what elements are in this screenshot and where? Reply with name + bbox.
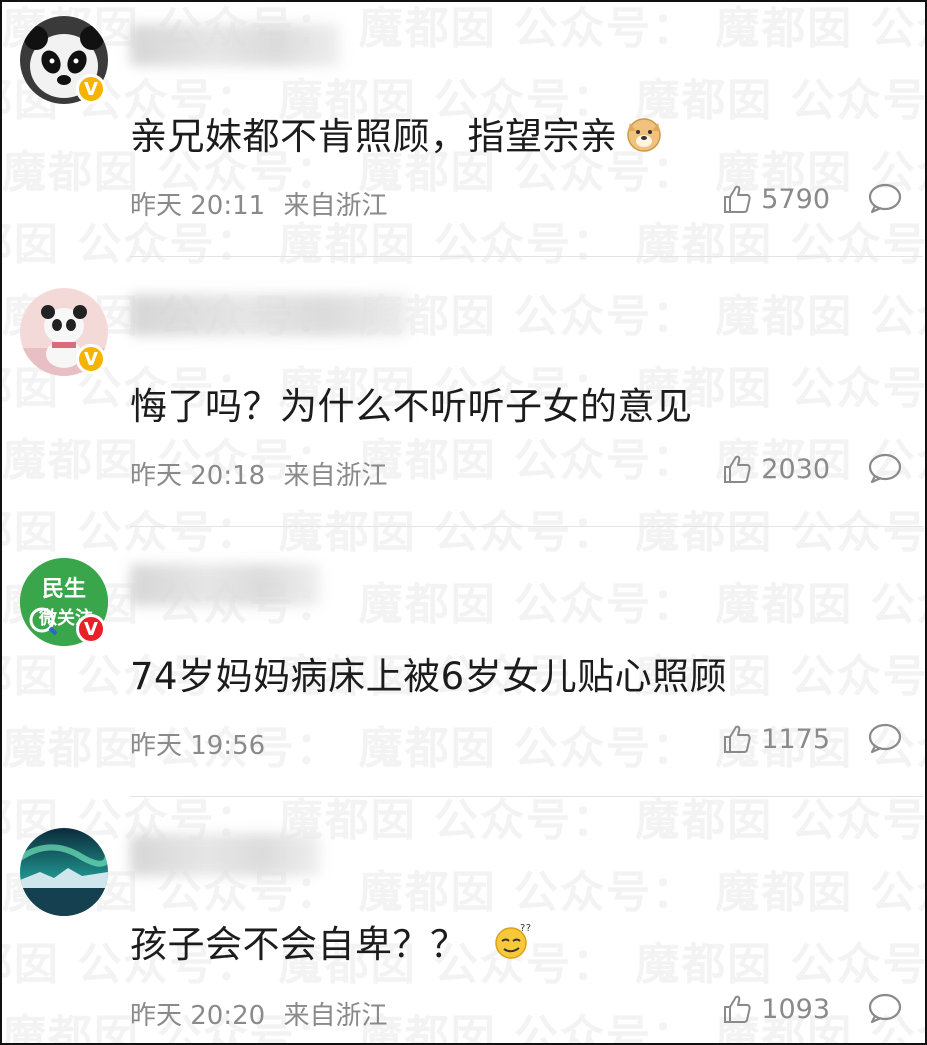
like-count: 1093 — [761, 993, 830, 1025]
comment-item: 孩子会不会自卑？？ ??? 昨天 20:20 来自浙江 1093 — [2, 796, 925, 1043]
comment-meta: 昨天 20:11 来自浙江 — [130, 185, 387, 222]
like-count: 1175 — [761, 723, 830, 755]
comment-text: 亲兄妹都不肯照顾，指望宗亲 — [130, 106, 664, 160]
thumbs-up-icon — [724, 725, 751, 753]
verified-badge-icon: V — [76, 344, 106, 374]
thumbs-up-icon — [724, 995, 751, 1023]
comment-text-content: 亲兄妹都不肯照顾，指望宗亲 — [130, 115, 618, 158]
aurora-landscape-avatar-icon[interactable] — [20, 828, 108, 916]
username-blurred[interactable] — [130, 294, 410, 336]
like-count: 2030 — [761, 453, 830, 485]
username-blurred[interactable] — [130, 834, 320, 876]
comment-text: 74岁妈妈病床上被6岁女儿贴心照顾 — [130, 646, 727, 700]
comment-meta: 昨天 20:18 来自浙江 — [130, 455, 387, 492]
verified-badge-icon: V — [76, 74, 106, 104]
comment-text: 悔了吗？为什么不听听子女的意见 — [130, 376, 693, 430]
username-blurred[interactable] — [130, 564, 320, 606]
like-button[interactable]: 1093 — [721, 993, 830, 1025]
comment-location: 来自浙江 — [283, 1001, 388, 1031]
comment-location: 来自浙江 — [283, 191, 388, 221]
like-button[interactable]: 2030 — [721, 453, 830, 485]
comment-bubble-icon[interactable] — [867, 182, 903, 214]
comment-bubble-icon[interactable] — [867, 722, 903, 754]
like-count: 5790 — [761, 183, 830, 215]
like-button[interactable]: 1175 — [721, 723, 830, 755]
username-blurred[interactable] — [130, 24, 340, 66]
svg-text:???: ??? — [520, 923, 532, 934]
comment-list: 魔都囡 公众号： 魔都囡 公众号： 魔都囡 公众号： 魔都囡 公众号： 魔都囡 … — [0, 0, 927, 1045]
comment-time: 昨天 20:11 — [130, 191, 266, 221]
comment-text-content: 孩子会不会自卑？？ — [130, 923, 468, 966]
comment-location: 来自浙江 — [283, 461, 388, 491]
comment-item: V 亲兄妹都不肯照顾，指望宗亲 昨天 20:11 来自浙江 5790 — [2, 2, 925, 256]
doge-emoji-icon — [626, 118, 661, 152]
comment-meta: 昨天 19:56 — [130, 725, 265, 762]
comment-text: 孩子会不会自卑？？ ??? — [130, 914, 532, 968]
comment-bubble-icon[interactable] — [867, 992, 903, 1024]
thumbs-up-icon — [724, 455, 751, 483]
comment-item: V 悔了吗？为什么不听听子女的意见 昨天 20:18 来自浙江 2030 — [2, 256, 925, 526]
verified-badge-icon: V — [76, 614, 106, 644]
comment-item: 民生 微关注 V 74岁妈妈病床上被6岁女儿贴心照顾 昨天 19:56 1175 — [2, 526, 925, 796]
comment-time: 昨天 20:18 — [130, 461, 266, 491]
avatar-text-top: 民生 — [42, 577, 86, 602]
like-button[interactable]: 5790 — [721, 183, 830, 215]
comment-bubble-icon[interactable] — [867, 452, 903, 484]
confused-emoji-icon: ??? — [494, 923, 532, 959]
comment-meta: 昨天 20:20 来自浙江 — [130, 995, 387, 1032]
comment-time: 昨天 19:56 — [130, 731, 266, 761]
comment-text-content: 74岁妈妈病床上被6岁女儿贴心照顾 — [130, 655, 728, 698]
thumbs-up-icon — [724, 185, 751, 213]
comment-time: 昨天 20:20 — [130, 1001, 266, 1031]
comment-text-content: 悔了吗？为什么不听听子女的意见 — [130, 385, 693, 428]
